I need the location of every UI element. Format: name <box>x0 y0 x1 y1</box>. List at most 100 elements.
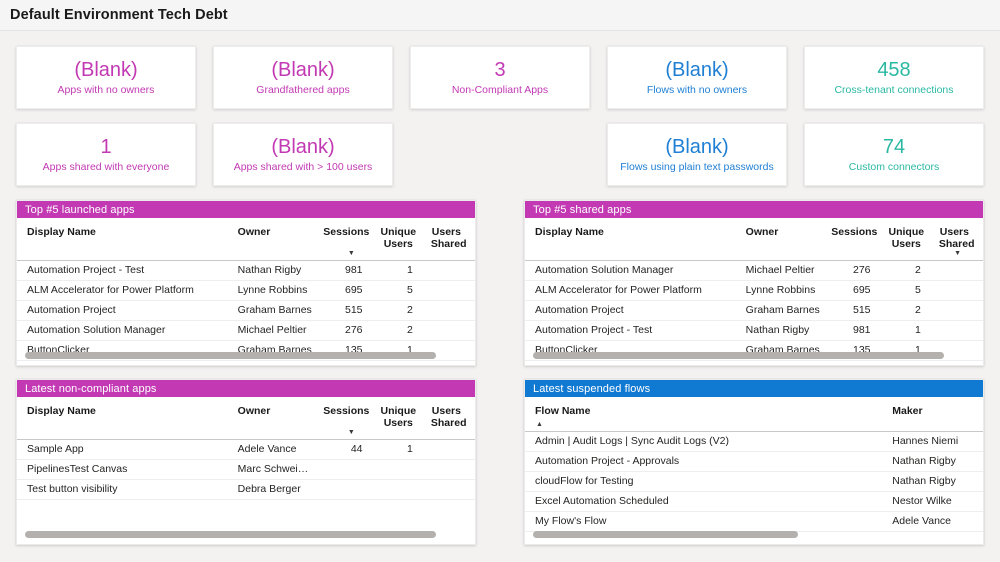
column-header-sessions[interactable]: Sessions <box>827 218 884 260</box>
table-row[interactable]: Sample AppAdele Vance441 <box>17 439 475 459</box>
table-row[interactable]: Test button visibilityDebra Berger <box>17 479 475 499</box>
table-row[interactable]: Automation Project - TestNathan Rigby981… <box>525 320 983 340</box>
cell-owner: Debra Berger <box>228 479 320 499</box>
cell-maker: Nestor Wilke <box>882 491 983 511</box>
cell-display-name: Automation Project <box>525 300 736 320</box>
horizontal-scrollbar[interactable] <box>25 352 467 359</box>
cell-sessions: 515 <box>827 300 884 320</box>
panel-title-latest-suspended-flows: Latest suspended flows <box>525 380 983 397</box>
column-header-sessions[interactable]: Sessions ▼ <box>319 218 376 260</box>
table-top-shared-apps: Display Name Owner Sessions Unique Users… <box>525 218 983 361</box>
table-row[interactable]: PipelinesTest CanvasMarc Schweigert <box>17 459 475 479</box>
cell-owner: Michael Peltier <box>228 320 320 340</box>
kpi-value: 3 <box>494 58 505 82</box>
kpi-value: 458 <box>877 58 910 82</box>
cell-maker: Nathan Rigby <box>882 451 983 471</box>
table-row[interactable]: cloudFlow for TestingNathan Rigby <box>525 471 983 491</box>
cell-flow-name: Automation Project - Approvals <box>525 451 882 471</box>
column-header-users-shared[interactable]: Users Shared <box>427 397 475 439</box>
cell-sessions: 981 <box>827 320 884 340</box>
table-body: Admin | Audit Logs | Sync Audit Logs (V2… <box>525 431 983 531</box>
table-row[interactable]: My Flow's FlowAdele Vance <box>525 511 983 531</box>
kpi-card[interactable]: (Blank)Grandfathered apps <box>213 46 393 109</box>
kpi-value: (Blank) <box>271 135 334 159</box>
kpi-card[interactable]: (Blank)Apps with no owners <box>16 46 196 109</box>
cell-users-shared <box>427 260 475 280</box>
column-header-unique-users[interactable]: Unique Users <box>885 218 935 260</box>
cell-owner: Graham Barnes <box>736 300 828 320</box>
horizontal-scrollbar[interactable] <box>533 352 975 359</box>
kpi-value: (Blank) <box>74 58 137 82</box>
column-header-owner[interactable]: Owner <box>736 218 828 260</box>
kpi-card[interactable]: (Blank)Flows with no owners <box>607 46 787 109</box>
column-header-display-name[interactable]: Display Name <box>17 397 228 439</box>
table-body: Sample AppAdele Vance441PipelinesTest Ca… <box>17 439 475 499</box>
kpi-card[interactable]: 3Non-Compliant Apps <box>410 46 590 109</box>
cell-owner: Marc Schweigert <box>228 459 320 479</box>
column-header-users-shared[interactable]: Users Shared ▼ <box>935 218 983 260</box>
cell-flow-name: Admin | Audit Logs | Sync Audit Logs (V2… <box>525 431 882 451</box>
panel-top-shared-apps: Top #5 shared apps Display Name Owner Se… <box>524 200 984 366</box>
kpi-label: Apps with no owners <box>58 83 155 97</box>
horizontal-scrollbar[interactable] <box>25 531 467 538</box>
cell-flow-name: My Flow's Flow <box>525 511 882 531</box>
cell-owner: Adele Vance <box>228 439 320 459</box>
cell-unique-users: 2 <box>377 300 427 320</box>
kpi-card[interactable]: (Blank)Flows using plain text passwords <box>607 123 787 186</box>
table-row[interactable]: Automation Project - ApprovalsNathan Rig… <box>525 451 983 471</box>
table-row[interactable]: Automation Solution ManagerMichael Pelti… <box>17 320 475 340</box>
kpi-label: Non-Compliant Apps <box>452 83 548 97</box>
scrollbar-thumb[interactable] <box>533 531 798 538</box>
cell-unique-users: 1 <box>377 260 427 280</box>
column-header-sessions[interactable]: Sessions ▼ <box>319 397 376 439</box>
column-header-flow-name[interactable]: Flow Name ▲ <box>525 397 882 431</box>
scrollbar-thumb[interactable] <box>533 352 944 359</box>
column-header-display-name[interactable]: Display Name <box>525 218 736 260</box>
table-row[interactable]: Excel Automation ScheduledNestor Wilke <box>525 491 983 511</box>
cell-users-shared <box>427 320 475 340</box>
scrollbar-thumb[interactable] <box>25 352 436 359</box>
cell-flow-name: cloudFlow for Testing <box>525 471 882 491</box>
cell-display-name: Automation Project <box>17 300 228 320</box>
table-header-row: Flow Name ▲ Maker <box>525 397 983 431</box>
kpi-label: Grandfathered apps <box>256 83 349 97</box>
table-row[interactable]: Admin | Audit Logs | Sync Audit Logs (V2… <box>525 431 983 451</box>
kpi-card[interactable]: 458Cross-tenant connections <box>804 46 984 109</box>
column-header-maker[interactable]: Maker <box>882 397 983 431</box>
table-body: Automation Project - TestNathan Rigby981… <box>17 260 475 360</box>
cell-sessions: 44 <box>319 439 376 459</box>
column-header-unique-users[interactable]: Unique Users <box>377 218 427 260</box>
table-row[interactable]: Automation Project - TestNathan Rigby981… <box>17 260 475 280</box>
panel-latest-non-compliant-apps: Latest non-compliant apps Display Name O… <box>16 379 476 545</box>
kpi-card[interactable]: (Blank)Apps shared with > 100 users <box>213 123 393 186</box>
table-row[interactable]: Automation Solution ManagerMichael Pelti… <box>525 260 983 280</box>
panel-title-latest-non-compliant-apps: Latest non-compliant apps <box>17 380 475 397</box>
table-row[interactable]: Automation ProjectGraham Barnes5152 <box>525 300 983 320</box>
table-row[interactable]: ALM Accelerator for Power PlatformLynne … <box>525 280 983 300</box>
cell-users-shared <box>427 300 475 320</box>
kpi-value: (Blank) <box>665 58 728 82</box>
cell-users-shared <box>935 300 983 320</box>
kpi-card[interactable]: 1Apps shared with everyone <box>16 123 196 186</box>
cell-sessions: 276 <box>319 320 376 340</box>
scrollbar-thumb[interactable] <box>25 531 436 538</box>
cell-unique-users: 2 <box>377 320 427 340</box>
cell-users-shared <box>935 260 983 280</box>
kpi-label: Apps shared with > 100 users <box>234 160 373 174</box>
table-row[interactable]: Automation ProjectGraham Barnes5152 <box>17 300 475 320</box>
column-header-users-shared[interactable]: Users Shared <box>427 218 475 260</box>
table-body: Automation Solution ManagerMichael Pelti… <box>525 260 983 360</box>
horizontal-scrollbar[interactable] <box>533 531 975 538</box>
kpi-card-placeholder <box>410 123 590 186</box>
cell-users-shared <box>427 280 475 300</box>
cell-users-shared <box>427 459 475 479</box>
panel-top-launched-apps: Top #5 launched apps Display Name Owner … <box>16 200 476 366</box>
table-row[interactable]: ALM Accelerator for Power PlatformLynne … <box>17 280 475 300</box>
kpi-card[interactable]: 74Custom connectors <box>804 123 984 186</box>
column-header-owner[interactable]: Owner <box>228 218 320 260</box>
column-header-unique-users[interactable]: Unique Users <box>377 397 427 439</box>
column-header-owner[interactable]: Owner <box>228 397 320 439</box>
cell-unique-users: 2 <box>885 260 935 280</box>
column-header-display-name[interactable]: Display Name <box>17 218 228 260</box>
panel-title-text: Latest suspended flows <box>533 383 650 395</box>
